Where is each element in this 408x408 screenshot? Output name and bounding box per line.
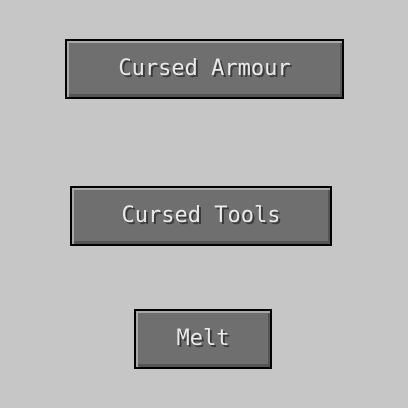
- cursed-tools-button[interactable]: Cursed Tools: [70, 186, 332, 246]
- menu-screen: Cursed Armour Cursed Tools Melt: [0, 0, 408, 408]
- cursed-armour-label: Cursed Armour: [118, 55, 291, 81]
- cursed-tools-label: Cursed Tools: [121, 202, 281, 228]
- melt-label: Melt: [176, 325, 230, 351]
- melt-button[interactable]: Melt: [134, 309, 272, 369]
- cursed-armour-button[interactable]: Cursed Armour: [65, 39, 344, 99]
